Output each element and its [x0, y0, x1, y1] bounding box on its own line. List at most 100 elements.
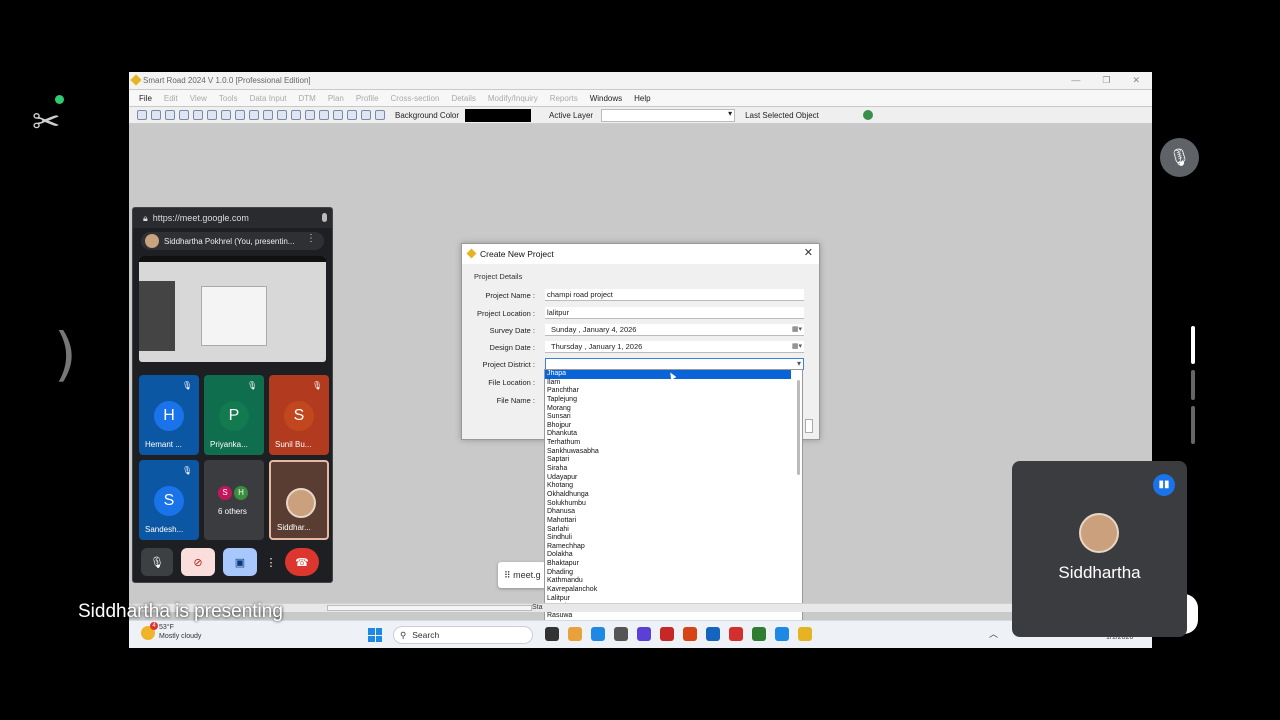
district-option[interactable]: Ilam — [545, 379, 802, 388]
district-option[interactable]: Terhathum — [545, 439, 802, 448]
text-tool-icon[interactable] — [361, 110, 371, 120]
dot-tool-icon[interactable] — [347, 110, 357, 120]
polyline-tool-icon[interactable] — [305, 110, 315, 120]
taskbar-search[interactable]: ⚲ Search — [393, 626, 533, 644]
tray-chevron-icon[interactable]: ︿ — [989, 627, 998, 640]
line-tool-icon[interactable] — [291, 110, 301, 120]
menu-item-edit[interactable]: Edit — [164, 94, 178, 103]
menu-item-profile[interactable]: Profile — [356, 94, 379, 103]
weather-widget[interactable]: 4 53°F Mostly cloudy — [141, 622, 201, 641]
menu-item-plan[interactable]: Plan — [328, 94, 344, 103]
district-option[interactable]: Sankhuwasabha — [545, 448, 802, 457]
district-option[interactable]: Mahottari — [545, 517, 802, 526]
camera-off-button[interactable]: ⊘ — [181, 548, 215, 576]
participant-tile[interactable]: S Sunil Bu... 🎙︎ — [269, 375, 329, 455]
point-tool-icon[interactable] — [319, 110, 329, 120]
participant-tile[interactable]: SH 6 others — [204, 460, 264, 540]
district-dropdown-list[interactable]: Jhapa Ilam Panchthar Taplejung Morang Sunsari… — [544, 369, 803, 631]
print-tool-icon[interactable] — [179, 110, 189, 120]
smart-road-icon[interactable] — [798, 627, 812, 641]
district-option[interactable]: Solukhumbu — [545, 500, 802, 509]
district-option[interactable]: Morang — [545, 405, 802, 414]
save-tool-icon[interactable] — [165, 110, 175, 120]
store-icon[interactable] — [706, 627, 720, 641]
menu-item-cross-section[interactable]: Cross-section — [391, 94, 440, 103]
edge-icon[interactable] — [591, 627, 605, 641]
district-option[interactable]: Saptari — [545, 456, 802, 465]
participant-tile[interactable]: P Priyanka... 🎙︎ — [204, 375, 264, 455]
participant-tile[interactable]: S Sandesh... 🎙︎ — [139, 460, 199, 540]
active-layer-select[interactable] — [601, 108, 736, 122]
files-icon[interactable] — [614, 627, 628, 641]
close-tool-icon[interactable] — [193, 110, 203, 120]
open-tool-icon[interactable] — [151, 110, 161, 120]
zoom-in-tool-icon[interactable] — [221, 110, 231, 120]
project-location-input[interactable]: lalitpur — [545, 307, 804, 319]
district-option[interactable]: Dhanusa — [545, 508, 802, 517]
district-option[interactable]: Bhaktapur — [545, 560, 802, 569]
district-option[interactable]: Taplejung — [545, 396, 802, 405]
l-app-icon[interactable] — [729, 627, 743, 641]
district-option[interactable]: Sarlahi — [545, 526, 802, 535]
mic-button[interactable]: 🎙︎ — [141, 548, 173, 576]
app-icon-purple[interactable] — [637, 627, 651, 641]
district-option[interactable]: Kavrepalanchok — [545, 586, 802, 595]
participant-tile[interactable]: H Hemant ... 🎙︎ — [139, 375, 199, 455]
circle-tool-icon[interactable] — [333, 110, 343, 120]
menu-item-details[interactable]: Details — [451, 94, 475, 103]
draw-tool-icon[interactable] — [277, 110, 287, 120]
district-option[interactable]: Ramechhap — [545, 543, 802, 552]
start-button[interactable] — [368, 628, 382, 642]
zoom-extents-tool-icon[interactable] — [249, 110, 259, 120]
menu-item-modify-inquiry[interactable]: Modify/Inquiry — [488, 94, 538, 103]
district-option[interactable]: Dhankuta — [545, 430, 802, 439]
menu-item-reports[interactable]: Reports — [550, 94, 578, 103]
menu-item-file[interactable]: File — [139, 94, 152, 103]
participant-tile[interactable]: Siddhar... — [269, 460, 329, 540]
office-icon[interactable] — [683, 627, 697, 641]
menu-item-view[interactable]: View — [190, 94, 207, 103]
design-date-picker[interactable]: Thursday , January 1, 2026 — [545, 341, 804, 353]
dialog-button[interactable] — [805, 419, 813, 433]
survey-date-picker[interactable]: Sunday , January 4, 2026 — [545, 324, 804, 336]
district-option[interactable]: Siraha — [545, 465, 802, 474]
district-option[interactable]: Sunsari — [545, 413, 802, 422]
minimize-button[interactable]: — — [1071, 75, 1080, 86]
menu-item-help[interactable]: Help — [634, 94, 650, 103]
grid-tool-icon[interactable] — [375, 110, 385, 120]
district-option[interactable]: Bhojpur — [545, 422, 802, 431]
background-color-swatch[interactable] — [465, 108, 532, 122]
more-options-icon[interactable]: ⋮ — [306, 233, 316, 244]
zoom-window-tool-icon[interactable] — [235, 110, 245, 120]
edit-tool-icon[interactable] — [207, 110, 217, 120]
district-option[interactable]: Dolakha — [545, 551, 802, 560]
terminal-icon[interactable] — [545, 627, 559, 641]
more-button[interactable]: ⋮ — [265, 548, 277, 576]
district-option[interactable]: Dhading — [545, 569, 802, 578]
district-option[interactable]: Panchthar — [545, 387, 802, 396]
district-option[interactable]: Lalitpur — [545, 595, 802, 604]
presenter-chip[interactable]: Siddhartha Pokhrel (You, presentin... ⋮ — [141, 232, 324, 250]
zoom-out-tool-icon[interactable] — [263, 110, 273, 120]
menu-item-dtm[interactable]: DTM — [299, 94, 316, 103]
district-option[interactable]: Okhaldhunga — [545, 491, 802, 500]
district-option[interactable]: Kathmandu — [545, 577, 802, 586]
district-option[interactable]: Udayapur — [545, 474, 802, 483]
dialog-close-button[interactable]: ✕ — [804, 246, 813, 259]
district-option[interactable]: Khotang — [545, 482, 802, 491]
globe-icon[interactable] — [862, 110, 873, 120]
project-name-input[interactable]: champi road project — [545, 289, 804, 301]
close-button[interactable]: ✕ — [1132, 75, 1140, 86]
maximize-button[interactable]: ❐ — [1102, 75, 1110, 86]
excel-icon[interactable] — [752, 627, 766, 641]
present-button[interactable]: ▣ — [223, 548, 257, 576]
self-view-tile[interactable]: ▮▮ Siddhartha — [1012, 461, 1187, 637]
app-icon-red[interactable] — [660, 627, 674, 641]
new-tool-icon[interactable] — [137, 110, 147, 120]
dropdown-scrollbar[interactable] — [797, 380, 800, 475]
mic-muted-icon[interactable]: 🎙︎ — [1160, 138, 1199, 177]
leave-call-button[interactable]: ☎ — [285, 548, 319, 576]
notepad-icon[interactable] — [775, 627, 789, 641]
menu-item-data-input[interactable]: Data Input — [250, 94, 287, 103]
menu-item-tools[interactable]: Tools — [219, 94, 238, 103]
